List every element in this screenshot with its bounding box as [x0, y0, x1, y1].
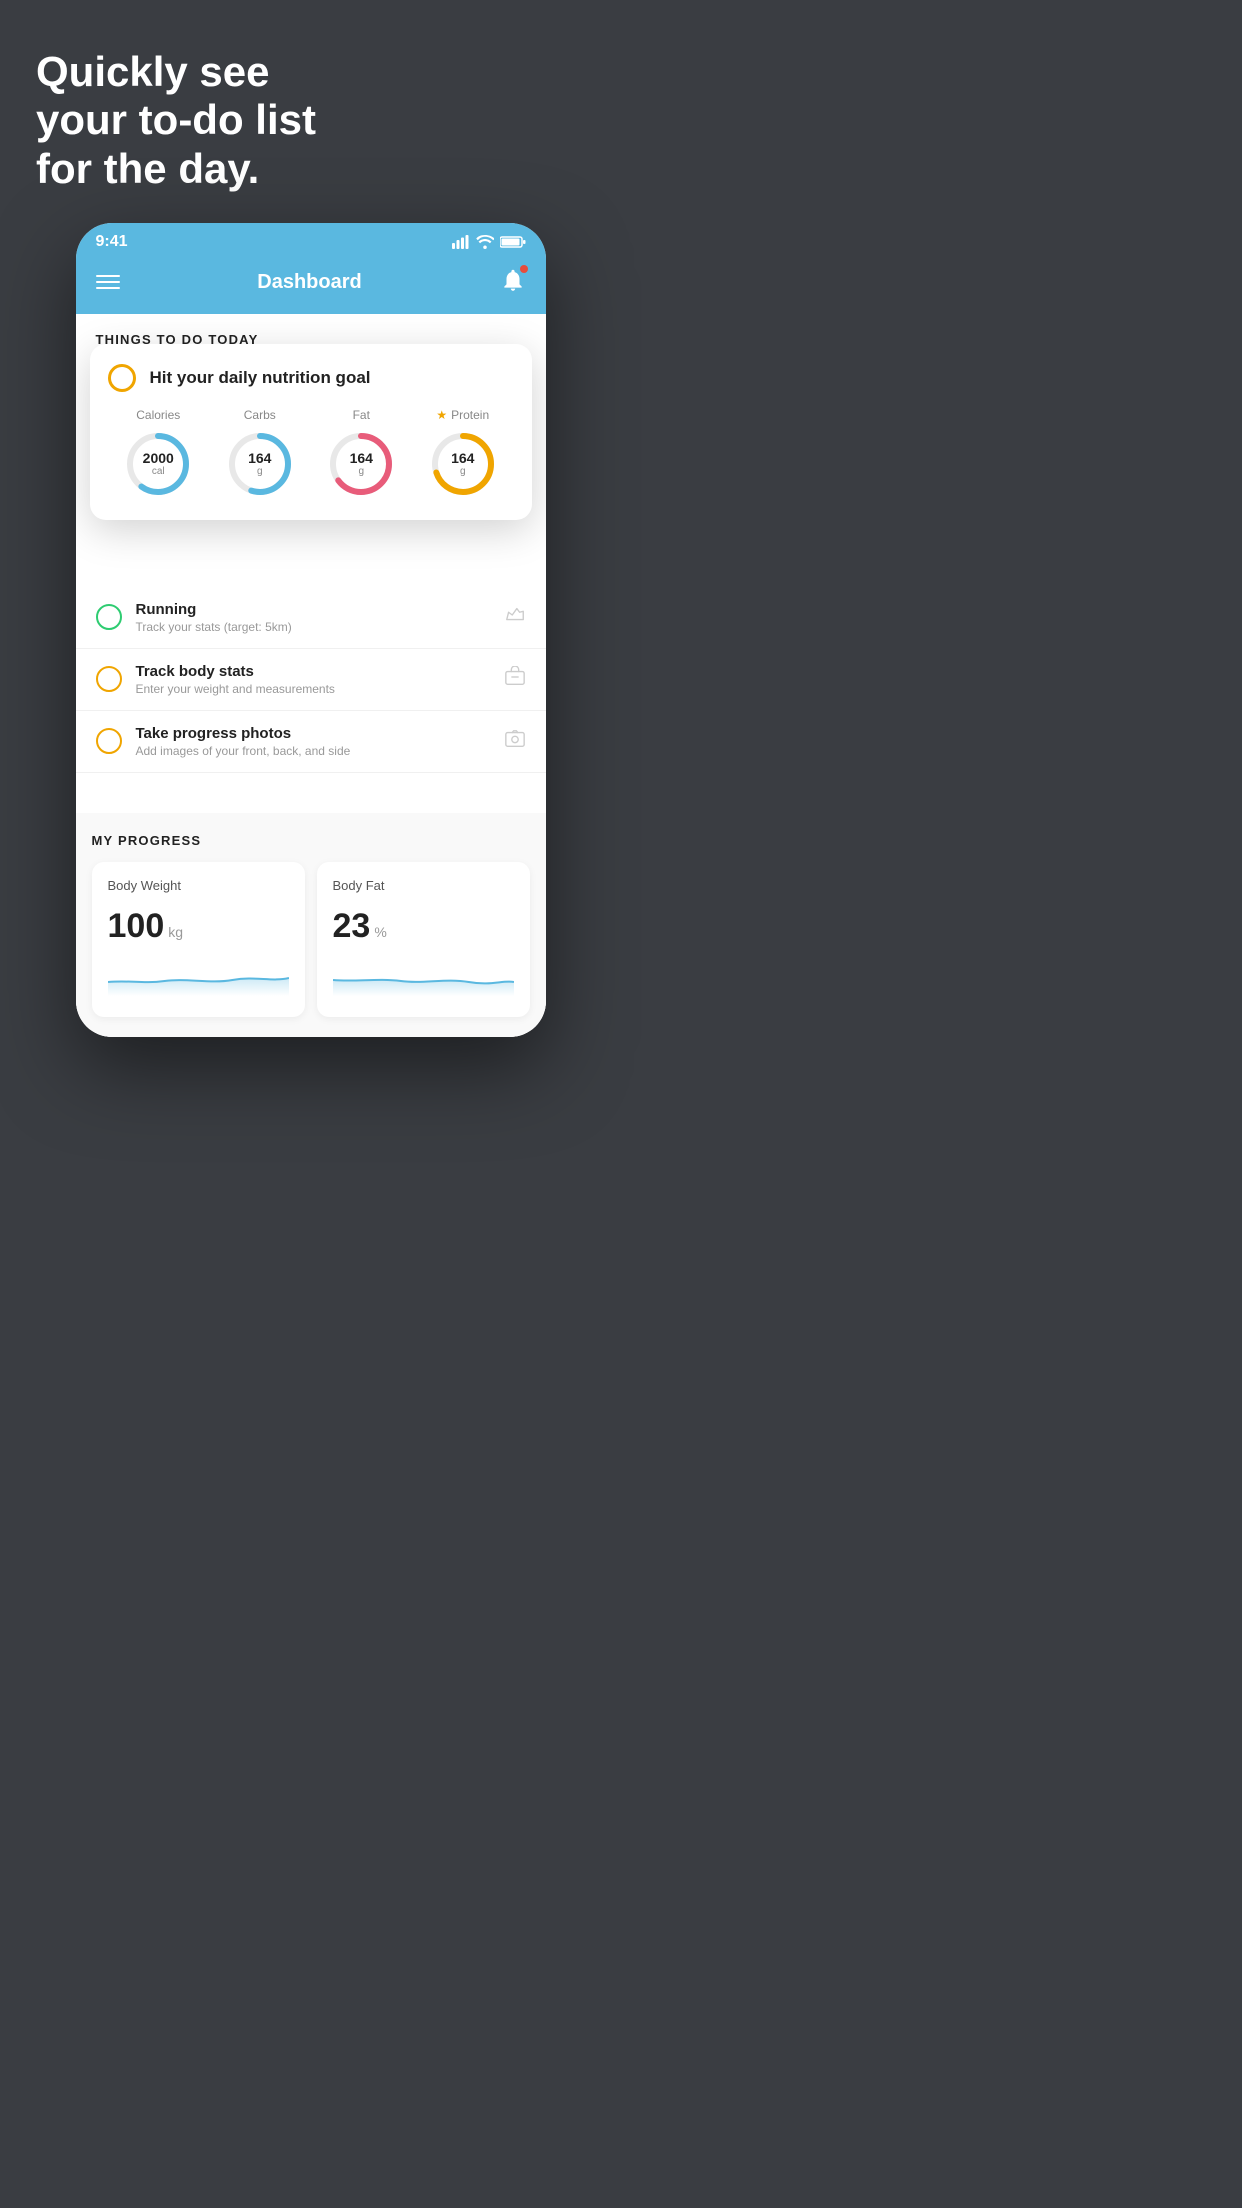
calories-value-center: 2000 cal [143, 451, 174, 477]
carbs-donut: 164 g [224, 428, 296, 500]
progress-photos-item[interactable]: Take progress photos Add images of your … [76, 711, 546, 773]
status-bar: 9:41 [76, 223, 546, 257]
body-fat-value-row: 23 % [333, 907, 514, 946]
progress-header: MY PROGRESS [92, 833, 530, 848]
notification-dot [520, 265, 528, 273]
nutrition-card-title: Hit your daily nutrition goal [150, 368, 371, 388]
protein-donut: 164 g [427, 428, 499, 500]
calories-donut: 2000 cal [122, 428, 194, 500]
carbs-value-center: 164 g [248, 451, 271, 477]
battery-icon [500, 235, 526, 249]
progress-photos-subtitle: Add images of your front, back, and side [136, 744, 504, 758]
body-stats-title: Track body stats [136, 663, 504, 680]
nutrition-checkbox[interactable] [108, 364, 136, 392]
progress-cards: Body Weight 100 kg [92, 862, 530, 1037]
calories-value: 2000 [143, 451, 174, 466]
page-wrapper: Quickly see your to-do list for the day.… [0, 0, 621, 1104]
body-stats-checkbox[interactable] [96, 666, 122, 692]
status-time: 9:41 [96, 233, 128, 251]
hero-title: Quickly see your to-do list for the day. [36, 48, 585, 193]
app-content: THINGS TO DO TODAY Hit your daily nutrit… [76, 314, 546, 1037]
hamburger-icon[interactable] [96, 275, 120, 289]
progress-photos-text: Take progress photos Add images of your … [136, 725, 504, 758]
protein-value: 164 [451, 451, 474, 466]
wifi-icon [476, 235, 494, 249]
calories-item: Calories 2000 cal [122, 408, 194, 500]
body-stats-item[interactable]: Track body stats Enter your weight and m… [76, 649, 546, 711]
body-fat-title: Body Fat [333, 878, 514, 893]
body-weight-chart [108, 960, 289, 996]
body-fat-card: Body Fat 23 % [317, 862, 530, 1017]
protein-value-center: 164 g [451, 451, 474, 477]
fat-value-center: 164 g [350, 451, 373, 477]
body-fat-unit: % [374, 924, 386, 940]
nutrition-card: Hit your daily nutrition goal Calories 2 [90, 344, 532, 520]
nav-title: Dashboard [257, 271, 361, 294]
phone-shell: 9:41 [76, 223, 546, 1037]
body-stats-subtitle: Enter your weight and measurements [136, 682, 504, 696]
shoe-icon [504, 604, 526, 631]
body-weight-title: Body Weight [108, 878, 289, 893]
hero-section: Quickly see your to-do list for the day. [0, 0, 621, 223]
nutrition-circles: Calories 2000 cal [108, 408, 514, 500]
protein-label: ★ Protein [436, 408, 489, 422]
progress-photos-checkbox[interactable] [96, 728, 122, 754]
card-title-row: Hit your daily nutrition goal [108, 364, 514, 392]
body-stats-text: Track body stats Enter your weight and m… [136, 663, 504, 696]
progress-photos-title: Take progress photos [136, 725, 504, 742]
body-weight-card: Body Weight 100 kg [92, 862, 305, 1017]
fat-donut: 164 g [325, 428, 397, 500]
carbs-unit: g [248, 466, 271, 477]
protein-unit: g [451, 466, 474, 477]
photo-icon [504, 728, 526, 755]
running-subtitle: Track your stats (target: 5km) [136, 620, 504, 634]
body-weight-value-row: 100 kg [108, 907, 289, 946]
calories-unit: cal [143, 466, 174, 477]
fat-unit: g [350, 466, 373, 477]
running-text: Running Track your stats (target: 5km) [136, 601, 504, 634]
bottom-padding [0, 1037, 621, 1097]
bell-button[interactable] [500, 267, 526, 298]
body-weight-unit: kg [168, 924, 183, 940]
scale-icon [504, 666, 526, 693]
running-item[interactable]: Running Track your stats (target: 5km) [76, 587, 546, 649]
fat-label: Fat [353, 408, 370, 422]
body-fat-value: 23 [333, 907, 371, 946]
fat-value: 164 [350, 451, 373, 466]
fat-item: Fat 164 g [325, 408, 397, 500]
mid-spacer [76, 773, 546, 813]
signal-icon [452, 235, 470, 249]
nav-bar: Dashboard [76, 257, 546, 314]
running-checkbox[interactable] [96, 604, 122, 630]
progress-section: MY PROGRESS Body Weight 100 kg [76, 813, 546, 1037]
body-weight-value: 100 [108, 907, 165, 946]
running-title: Running [136, 601, 504, 618]
protein-item: ★ Protein 164 g [427, 408, 499, 500]
carbs-item: Carbs 164 g [224, 408, 296, 500]
calories-label: Calories [136, 408, 180, 422]
carbs-value: 164 [248, 451, 271, 466]
body-fat-chart [333, 960, 514, 996]
carbs-label: Carbs [244, 408, 276, 422]
protein-star-icon: ★ [436, 408, 447, 422]
status-icons [452, 235, 526, 249]
